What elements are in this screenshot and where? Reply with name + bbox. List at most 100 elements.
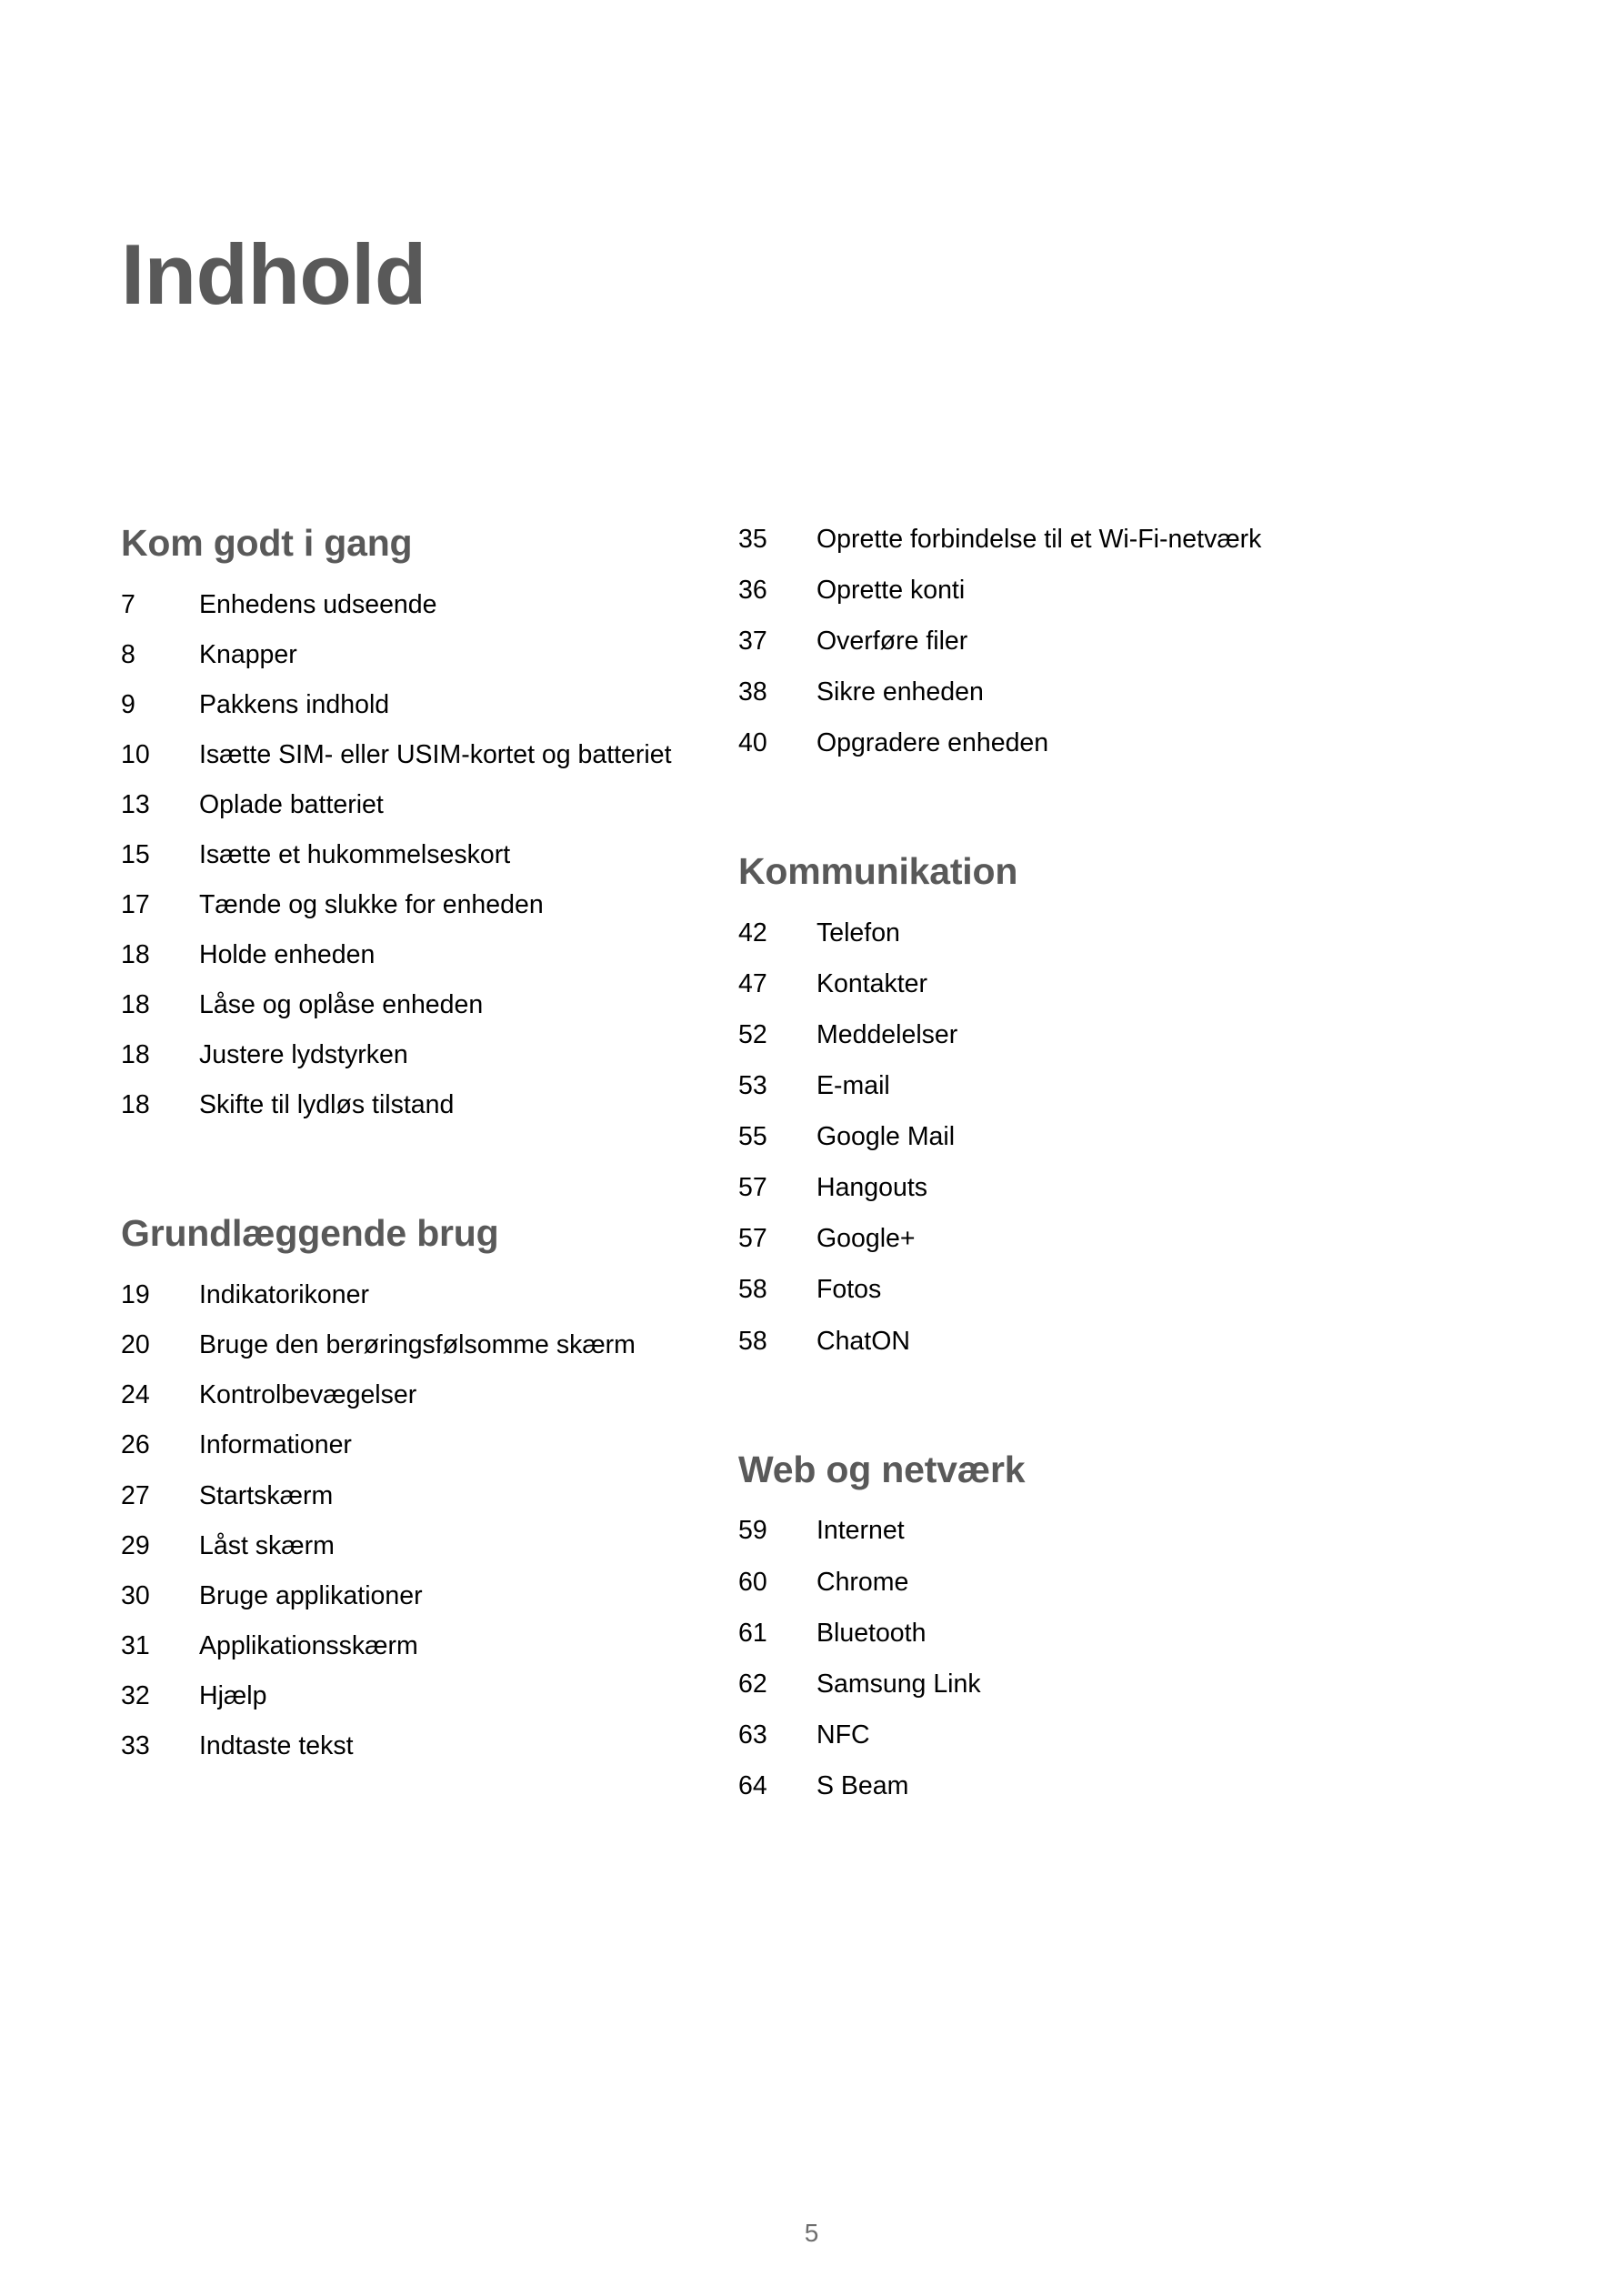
toc-entry-title: Bruge applikationer — [199, 1580, 423, 1610]
toc-section-heading: Grundlæggende brug — [121, 1212, 499, 1255]
toc-entry-title: Bruge den berøringsfølsomme skærm — [199, 1330, 636, 1360]
toc-entry-title: Bluetooth — [817, 1618, 927, 1648]
toc-entry[interactable]: 18 Holde enheden — [121, 938, 709, 972]
toc-entry-title: Overføre filer — [817, 627, 968, 657]
toc-entry-page-number: 40 — [738, 728, 767, 758]
toc-entry[interactable]: 13 Oplade batteriet — [121, 788, 709, 822]
toc-entry[interactable]: 55 Google Mail — [738, 1120, 1448, 1154]
toc-entry-page-number: 18 — [121, 940, 150, 970]
toc-entry-page-number: 57 — [738, 1224, 767, 1254]
toc-entry-page-number: 8 — [121, 639, 135, 669]
toc-entry[interactable]: 37 Overføre filer — [738, 625, 1448, 658]
toc-entry-title: Fotos — [817, 1275, 882, 1305]
toc-entry[interactable]: 18 Låse og oplåse enheden — [121, 988, 709, 1022]
toc-entry-page-number: 35 — [738, 525, 767, 554]
toc-entry-page-number: 13 — [121, 790, 150, 820]
toc-entry-title: Isætte et hukommelseskort — [199, 840, 511, 870]
toc-entry-page-number: 19 — [121, 1280, 150, 1310]
toc-entry-page-number: 18 — [121, 990, 150, 1020]
toc-entry-title: Knapper — [199, 639, 297, 669]
toc-entry-page-number: 47 — [738, 969, 767, 999]
toc-entry-title: Kontrolbevægelser — [199, 1380, 417, 1410]
toc-entry-page-number: 63 — [738, 1719, 767, 1750]
toc-entry[interactable]: 10 Isætte SIM- eller USIM-kortet og batte… — [121, 738, 709, 772]
toc-list: 42 Telefon 47 Kontakter 52 Meddelelser 53 E-mai… — [738, 917, 1448, 1358]
toc-entry-page-number: 9 — [121, 690, 135, 719]
toc-entry-title: Isætte SIM- eller USIM-kortet og batteri… — [199, 740, 672, 770]
toc-entry[interactable]: 35 Oprette forbindelse til et Wi-Fi-netvæ… — [738, 523, 1448, 556]
toc-entry-title: Pakkens indhold — [199, 690, 390, 719]
toc-entry[interactable]: 52 Meddelelser — [738, 1018, 1448, 1052]
toc-section: 35 Oprette forbindelse til et Wi-Fi-netvæ… — [738, 523, 1448, 760]
toc-entry[interactable]: 58 ChatON — [738, 1325, 1448, 1359]
toc-entry[interactable]: 8 Knapper — [121, 638, 709, 672]
toc-entry-page-number: 17 — [121, 890, 150, 920]
toc-entry-page-number: 57 — [738, 1173, 767, 1203]
toc-entry-title: Internet — [817, 1516, 905, 1546]
toc-entry-title: Startskærm — [199, 1480, 334, 1510]
toc-entry[interactable]: 24 Kontrolbevægelser — [121, 1379, 709, 1412]
toc-entry-page-number: 20 — [121, 1330, 150, 1360]
toc-page: Indhold Kom godt i gang 7 Enhedens udseend… — [0, 0, 1623, 2296]
toc-entry[interactable]: 26 Informationer — [121, 1429, 709, 1462]
toc-entry[interactable]: 53 E-mail — [738, 1069, 1448, 1103]
toc-list: 19 Indikatorikoner 20 Bruge den berøringsfø… — [121, 1278, 709, 1762]
toc-entry[interactable]: 59 Internet — [738, 1514, 1448, 1548]
toc-section: Kommunikation 42 Telefon 47 Kontakter 52 Medde… — [738, 850, 1448, 1358]
toc-entry[interactable]: 27 Startskærm — [121, 1479, 709, 1513]
toc-entry-page-number: 27 — [121, 1480, 150, 1510]
toc-entry[interactable]: 57 Hangouts — [738, 1171, 1448, 1205]
toc-entry-title: Oplade batteriet — [199, 790, 384, 820]
toc-entry[interactable]: 29 Låst skærm — [121, 1529, 709, 1563]
toc-entry-title: Google Mail — [817, 1122, 956, 1152]
toc-entry-page-number: 30 — [121, 1580, 150, 1610]
toc-entry-page-number: 38 — [738, 677, 767, 707]
toc-entry[interactable]: 61 Bluetooth — [738, 1617, 1448, 1650]
toc-entry[interactable]: 38 Sikre enheden — [738, 676, 1448, 709]
toc-entry[interactable]: 57 Google+ — [738, 1222, 1448, 1256]
toc-entry[interactable]: 18 Justere lydstyrken — [121, 1038, 709, 1072]
toc-entry[interactable]: 60 Chrome — [738, 1566, 1448, 1599]
toc-entry[interactable]: 42 Telefon — [738, 917, 1448, 950]
toc-entry[interactable]: 19 Indikatorikoner — [121, 1278, 709, 1312]
toc-entry[interactable]: 31 Applikationsskærm — [121, 1629, 709, 1663]
toc-entry-title: Opgradere enheden — [817, 728, 1049, 758]
page-title: Indhold — [121, 226, 426, 322]
toc-entry[interactable]: 62 Samsung Link — [738, 1668, 1448, 1701]
toc-columns: Kom godt i gang 7 Enhedens udseende 8 Knappe… — [0, 522, 1623, 1820]
toc-column-left: Kom godt i gang 7 Enhedens udseende 8 Knappe… — [0, 522, 727, 1780]
toc-entry-page-number: 64 — [738, 1770, 767, 1800]
toc-entry[interactable]: 47 Kontakter — [738, 968, 1448, 1001]
toc-entry-title: Hjælp — [199, 1680, 267, 1710]
toc-entry-title: NFC — [817, 1719, 870, 1750]
toc-entry[interactable]: 32 Hjælp — [121, 1679, 709, 1713]
toc-entry[interactable]: 64 S Beam — [738, 1770, 1448, 1803]
toc-entry-page-number: 18 — [121, 1090, 150, 1120]
toc-entry-title: Sikre enheden — [817, 677, 984, 707]
toc-entry[interactable]: 9 Pakkens indhold — [121, 688, 709, 722]
toc-entry-page-number: 53 — [738, 1071, 767, 1101]
toc-entry[interactable]: 58 Fotos — [738, 1273, 1448, 1307]
toc-entry-page-number: 31 — [121, 1630, 150, 1660]
toc-entry[interactable]: 7 Enhedens udseende — [121, 588, 709, 622]
toc-entry-title: Chrome — [817, 1567, 909, 1597]
toc-entry[interactable]: 18 Skifte til lydløs tilstand — [121, 1088, 709, 1122]
toc-entry-page-number: 61 — [738, 1618, 767, 1648]
toc-entry-title: Holde enheden — [199, 940, 376, 970]
toc-entry[interactable]: 17 Tænde og slukke for enheden — [121, 888, 709, 922]
toc-entry-title: S Beam — [817, 1770, 909, 1800]
toc-entry-page-number: 62 — [738, 1669, 767, 1699]
toc-entry[interactable]: 15 Isætte et hukommelseskort — [121, 838, 709, 872]
toc-entry[interactable]: 40 Opgradere enheden — [738, 727, 1448, 760]
toc-list: 7 Enhedens udseende 8 Knapper 9 Pakkens indho… — [121, 588, 709, 1123]
toc-entry[interactable]: 63 NFC — [738, 1719, 1448, 1752]
toc-entry[interactable]: 20 Bruge den berøringsfølsomme skærm — [121, 1328, 709, 1362]
toc-entry-page-number: 29 — [121, 1530, 150, 1560]
toc-entry-page-number: 18 — [121, 1040, 150, 1070]
toc-entry-page-number: 60 — [738, 1567, 767, 1597]
toc-section-heading: Web og netværk — [738, 1448, 1026, 1490]
toc-entry[interactable]: 33 Indtaste tekst — [121, 1730, 709, 1763]
toc-entry-title: Indtaste tekst — [199, 1730, 354, 1760]
toc-entry[interactable]: 36 Oprette konti — [738, 574, 1448, 607]
toc-entry[interactable]: 30 Bruge applikationer — [121, 1579, 709, 1613]
